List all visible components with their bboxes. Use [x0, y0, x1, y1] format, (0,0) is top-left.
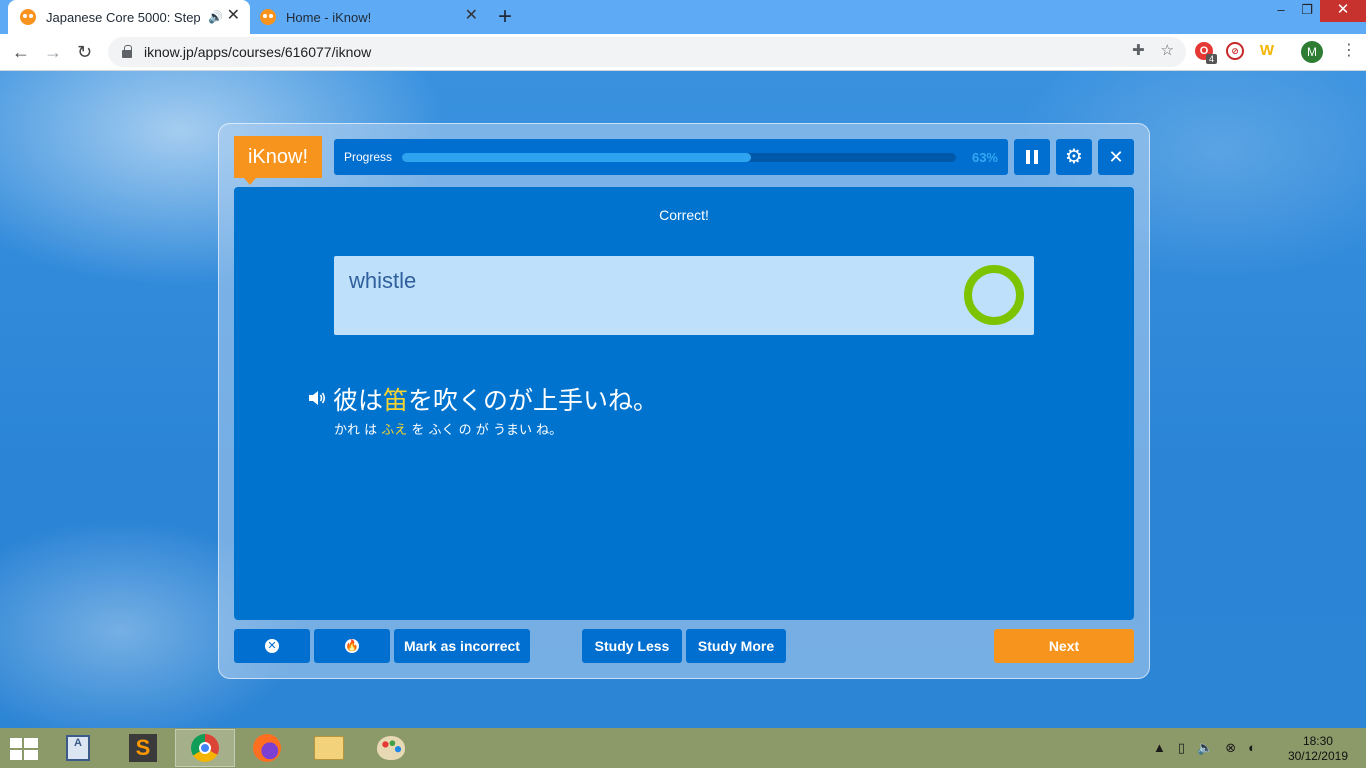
mark-incorrect-button[interactable]: Mark as incorrect	[394, 629, 530, 663]
tab-title: Japanese Core 5000: Step 1 -	[46, 9, 204, 25]
answer-text: whistle	[349, 268, 417, 293]
volume-icon[interactable]: 🔈	[1197, 740, 1213, 756]
taskbar-app-reader[interactable]: A	[48, 729, 108, 767]
taskbar-app-chrome[interactable]	[175, 729, 235, 767]
paint-icon	[377, 736, 405, 760]
extension-badge: 4	[1206, 54, 1218, 64]
new-tab-icon[interactable]: +	[498, 4, 512, 30]
speaker-icon[interactable]	[306, 387, 328, 409]
flame-icon: 🔥	[345, 639, 359, 653]
sentence-reading: かれ は ふえ を ふく の が うまい ね。	[334, 419, 562, 438]
settings-button[interactable]: ⚙	[1056, 139, 1092, 175]
tab-bar: Japanese Core 5000: Step 1 - 🔊 ✕ Home - …	[0, 0, 1366, 34]
study-card: Correct! whistle 彼は笛を吹くのが上手いね。 かれ は ふえ を…	[234, 187, 1134, 620]
w-extension-icon[interactable]: W	[1258, 42, 1276, 60]
sentence-highlight: 笛	[383, 386, 409, 415]
omnibox-actions: ✚ ☆	[1132, 41, 1174, 59]
taskbar-app-firefox[interactable]	[237, 729, 297, 767]
correct-circle-icon	[964, 265, 1024, 325]
close-window-icon[interactable]: ✕	[1320, 0, 1366, 22]
browser-toolbar: ← → ↻ iknow.jp/apps/courses/616077/iknow…	[0, 34, 1366, 71]
iknow-logo[interactable]: iKnow!	[234, 136, 322, 185]
sentence-part: 彼は	[333, 386, 384, 415]
close-icon: ✕	[1108, 147, 1124, 167]
firefox-icon	[253, 734, 281, 762]
sublime-text-icon: S	[129, 734, 157, 762]
close-tab-icon[interactable]: ✕	[465, 8, 478, 24]
progress-fill	[402, 153, 752, 162]
answer-box: whistle	[334, 256, 1034, 335]
x-circle-icon: ✕	[265, 639, 279, 653]
iknow-favicon-icon	[260, 9, 276, 25]
close-button[interactable]: ✕	[1098, 139, 1134, 175]
sentence-part: を吹くのが上手いね。	[408, 386, 659, 415]
chrome-icon	[191, 734, 219, 762]
reading-highlight: ふえ	[381, 423, 408, 438]
system-tray: ▲ ▯ 🔈 ⊗ ◐	[1153, 740, 1256, 756]
clock-time: 18:30	[1302, 734, 1333, 748]
reading-part: を ふく の が うまい ね。	[407, 423, 563, 438]
study-more-button[interactable]: Study More	[686, 629, 786, 663]
extension-icon[interactable]: ✚	[1132, 41, 1145, 59]
iknow-favicon-icon	[20, 9, 36, 25]
progress-track	[402, 153, 956, 162]
next-button[interactable]: Next	[994, 629, 1134, 663]
speaker-icon[interactable]: 🔊	[208, 10, 223, 24]
power-icon[interactable]: ▯	[1178, 740, 1185, 756]
pause-icon	[1026, 150, 1038, 164]
reload-icon[interactable]: ↻	[77, 41, 92, 63]
result-status: Correct!	[659, 207, 709, 223]
close-tab-icon[interactable]: ✕	[227, 8, 240, 24]
forward-icon[interactable]: →	[44, 41, 62, 63]
progress-label: Progress	[344, 150, 393, 164]
folder-icon	[314, 736, 344, 760]
minimize-icon[interactable]: –	[1268, 0, 1294, 22]
night-mode-icon[interactable]: ◐	[1248, 740, 1256, 756]
back-icon[interactable]: ←	[12, 41, 30, 63]
reading-part: かれ は	[334, 423, 382, 438]
taskbar-app-explorer[interactable]	[299, 729, 359, 767]
bookmark-star-icon[interactable]: ☆	[1161, 41, 1174, 59]
lock-icon[interactable]	[122, 45, 132, 58]
taskbar-app-sublime[interactable]: S	[113, 729, 173, 767]
skip-button[interactable]: ✕	[234, 629, 310, 663]
address-bar[interactable]: iknow.jp/apps/courses/616077/iknow ✚ ☆	[108, 37, 1186, 67]
profile-avatar[interactable]: M	[1301, 41, 1323, 63]
tab-title: Home - iKnow!	[286, 9, 372, 25]
block-extension-icon[interactable]: ⊘	[1226, 42, 1244, 60]
study-less-button[interactable]: Study Less	[582, 629, 682, 663]
clock[interactable]: 18:30 30/12/2019	[1288, 734, 1348, 764]
network-disconnected-icon[interactable]: ⊗	[1225, 740, 1236, 756]
tab-home-iknow[interactable]: Home - iKnow! ✕	[252, 0, 488, 34]
tray-expand-icon[interactable]: ▲	[1153, 740, 1166, 756]
taskbar: A S ▲ ▯ 🔈 ⊗ ◐ 18:30 30/12/2019	[0, 728, 1366, 768]
clock-date: 30/12/2019	[1287, 749, 1348, 763]
windows-start-icon[interactable]	[10, 738, 38, 760]
document-app-icon: A	[66, 735, 90, 761]
restore-icon[interactable]: ❐	[1294, 0, 1320, 22]
tab-japanese-core[interactable]: Japanese Core 5000: Step 1 - 🔊 ✕	[8, 0, 250, 34]
fire-button[interactable]: 🔥	[314, 629, 390, 663]
pause-button[interactable]	[1014, 139, 1050, 175]
progress-percent: 63%	[971, 150, 998, 165]
window-controls: – ❐ ✕	[1268, 0, 1366, 22]
progress-bar: Progress 63%	[334, 139, 1008, 175]
menu-icon[interactable]: ⋮	[1341, 42, 1357, 60]
gear-icon: ⚙	[1065, 146, 1083, 168]
url-text: iknow.jp/apps/courses/616077/iknow	[144, 44, 372, 60]
example-sentence: 彼は笛を吹くのが上手いね。	[333, 381, 658, 417]
taskbar-app-paint[interactable]	[361, 729, 421, 767]
